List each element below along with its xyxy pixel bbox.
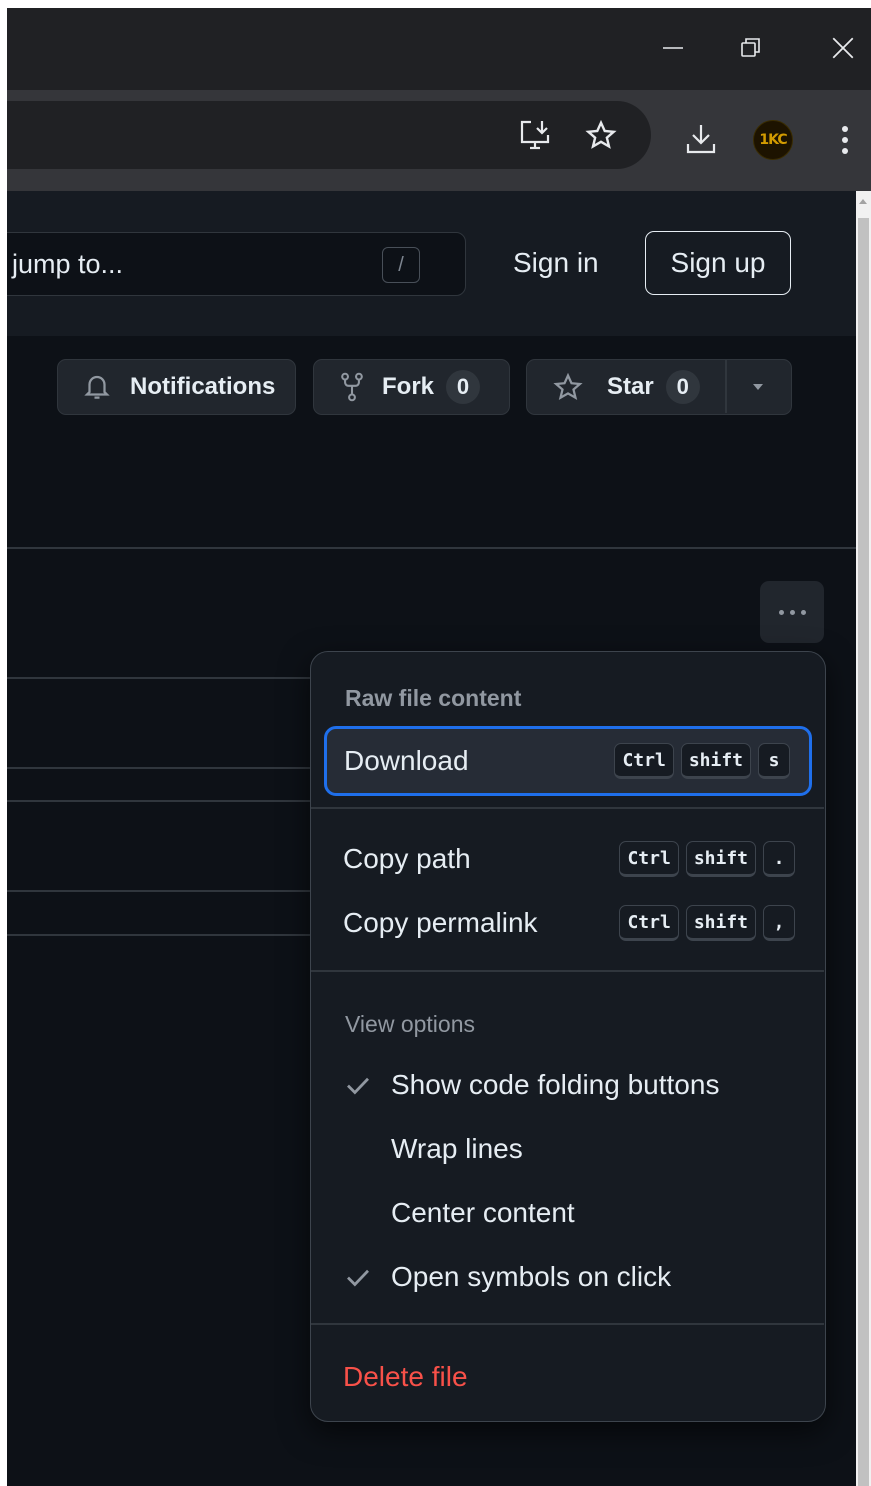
address-bar[interactable] [7,101,651,169]
fork-icon [341,372,363,402]
copy-path-menu-item[interactable]: Copy path Ctrl shift . [325,824,811,894]
kbd-key: Ctrl [614,743,674,779]
copy-permalink-menu-item[interactable]: Copy permalink Ctrl shift , [325,888,811,958]
raw-file-content-heading: Raw file content [345,685,522,711]
star-dropdown-button[interactable] [725,360,790,413]
download-icon[interactable] [681,119,721,159]
kbd-key: Ctrl [619,905,679,941]
file-row-divider [7,934,327,936]
copy-permalink-shortcut: Ctrl shift , [619,905,795,941]
restore-icon[interactable] [721,26,781,70]
show-code-folding-label: Show code folding buttons [391,1069,720,1100]
fork-count: 0 [446,370,481,404]
scroll-up-arrow-icon[interactable] [859,199,867,204]
fork-label: Fork [382,373,435,400]
kbd-key: shift [685,841,756,877]
more-options-button[interactable] [760,581,824,643]
github-header: jump to... / Sign in Sign up [7,191,856,336]
view-options-heading: View options [345,1011,475,1037]
search-placeholder: jump to... [12,249,124,279]
fork-button[interactable]: Fork 0 [313,359,510,415]
open-symbols-label: Open symbols on click [391,1261,672,1292]
download-shortcut: Ctrl shift s [614,743,790,779]
menu-separator [311,1323,824,1325]
kbd-key: s [758,743,790,779]
ellipsis-icon [778,609,784,615]
file-row-divider [7,800,327,802]
wrap-lines-label: Wrap lines [391,1133,523,1164]
center-content-label: Center content [391,1197,575,1228]
file-actions-menu: Raw file content Download Ctrl shift s C… [310,651,826,1422]
star-outline-icon [553,372,583,401]
menu-separator [311,807,824,809]
checkmark-icon [343,1262,373,1292]
copy-permalink-label: Copy permalink [343,907,538,938]
kbd-key: Ctrl [619,841,679,877]
star-label: Star [607,373,654,400]
profile-avatar[interactable]: 1KC [753,120,793,160]
checkmark-icon [343,1070,373,1100]
center-content-menu-item[interactable]: Center content [325,1178,811,1248]
file-row-divider [7,677,327,679]
menu-separator [311,970,824,972]
sign-up-button[interactable]: Sign up [645,231,791,295]
close-icon[interactable] [813,26,871,70]
kbd-key: shift [685,905,756,941]
file-row-divider [7,890,327,892]
show-code-folding-menu-item[interactable]: Show code folding buttons [325,1050,811,1120]
star-count: 0 [665,370,700,404]
minimize-icon[interactable] [643,26,703,70]
kbd-key: shift [680,743,751,779]
wrap-lines-menu-item[interactable]: Wrap lines [325,1114,811,1184]
delete-file-menu-item[interactable]: Delete file [325,1342,811,1412]
install-app-icon[interactable] [515,115,555,155]
kebab-menu-icon[interactable] [825,120,865,160]
window-title-bar [7,8,871,90]
copy-path-label: Copy path [343,843,471,874]
star-button[interactable]: Star 0 [526,359,792,415]
file-row-divider [7,767,327,769]
browser-window: 1KC jump to... / Sign in Sign up Notific… [7,8,871,1486]
notifications-label: Notifications [130,373,276,400]
kbd-key: , [763,905,795,941]
section-divider [7,547,856,549]
bell-icon [84,375,110,399]
caret-down-icon [752,383,763,390]
download-menu-item[interactable]: Download Ctrl shift s [324,726,812,796]
copy-path-shortcut: Ctrl shift . [619,841,795,877]
search-input[interactable]: jump to... / [7,232,466,296]
kbd-key: . [763,841,795,877]
download-label: Download [344,745,469,776]
search-shortcut-key: / [382,247,420,283]
star-icon[interactable] [581,115,621,155]
page-scrollbar-thumb[interactable] [858,218,869,1486]
open-symbols-menu-item[interactable]: Open symbols on click [325,1242,811,1312]
notifications-button[interactable]: Notifications [57,359,296,415]
browser-toolbar: 1KC [7,90,871,191]
sign-in-link[interactable]: Sign in [513,247,599,279]
delete-file-label: Delete file [343,1361,468,1392]
